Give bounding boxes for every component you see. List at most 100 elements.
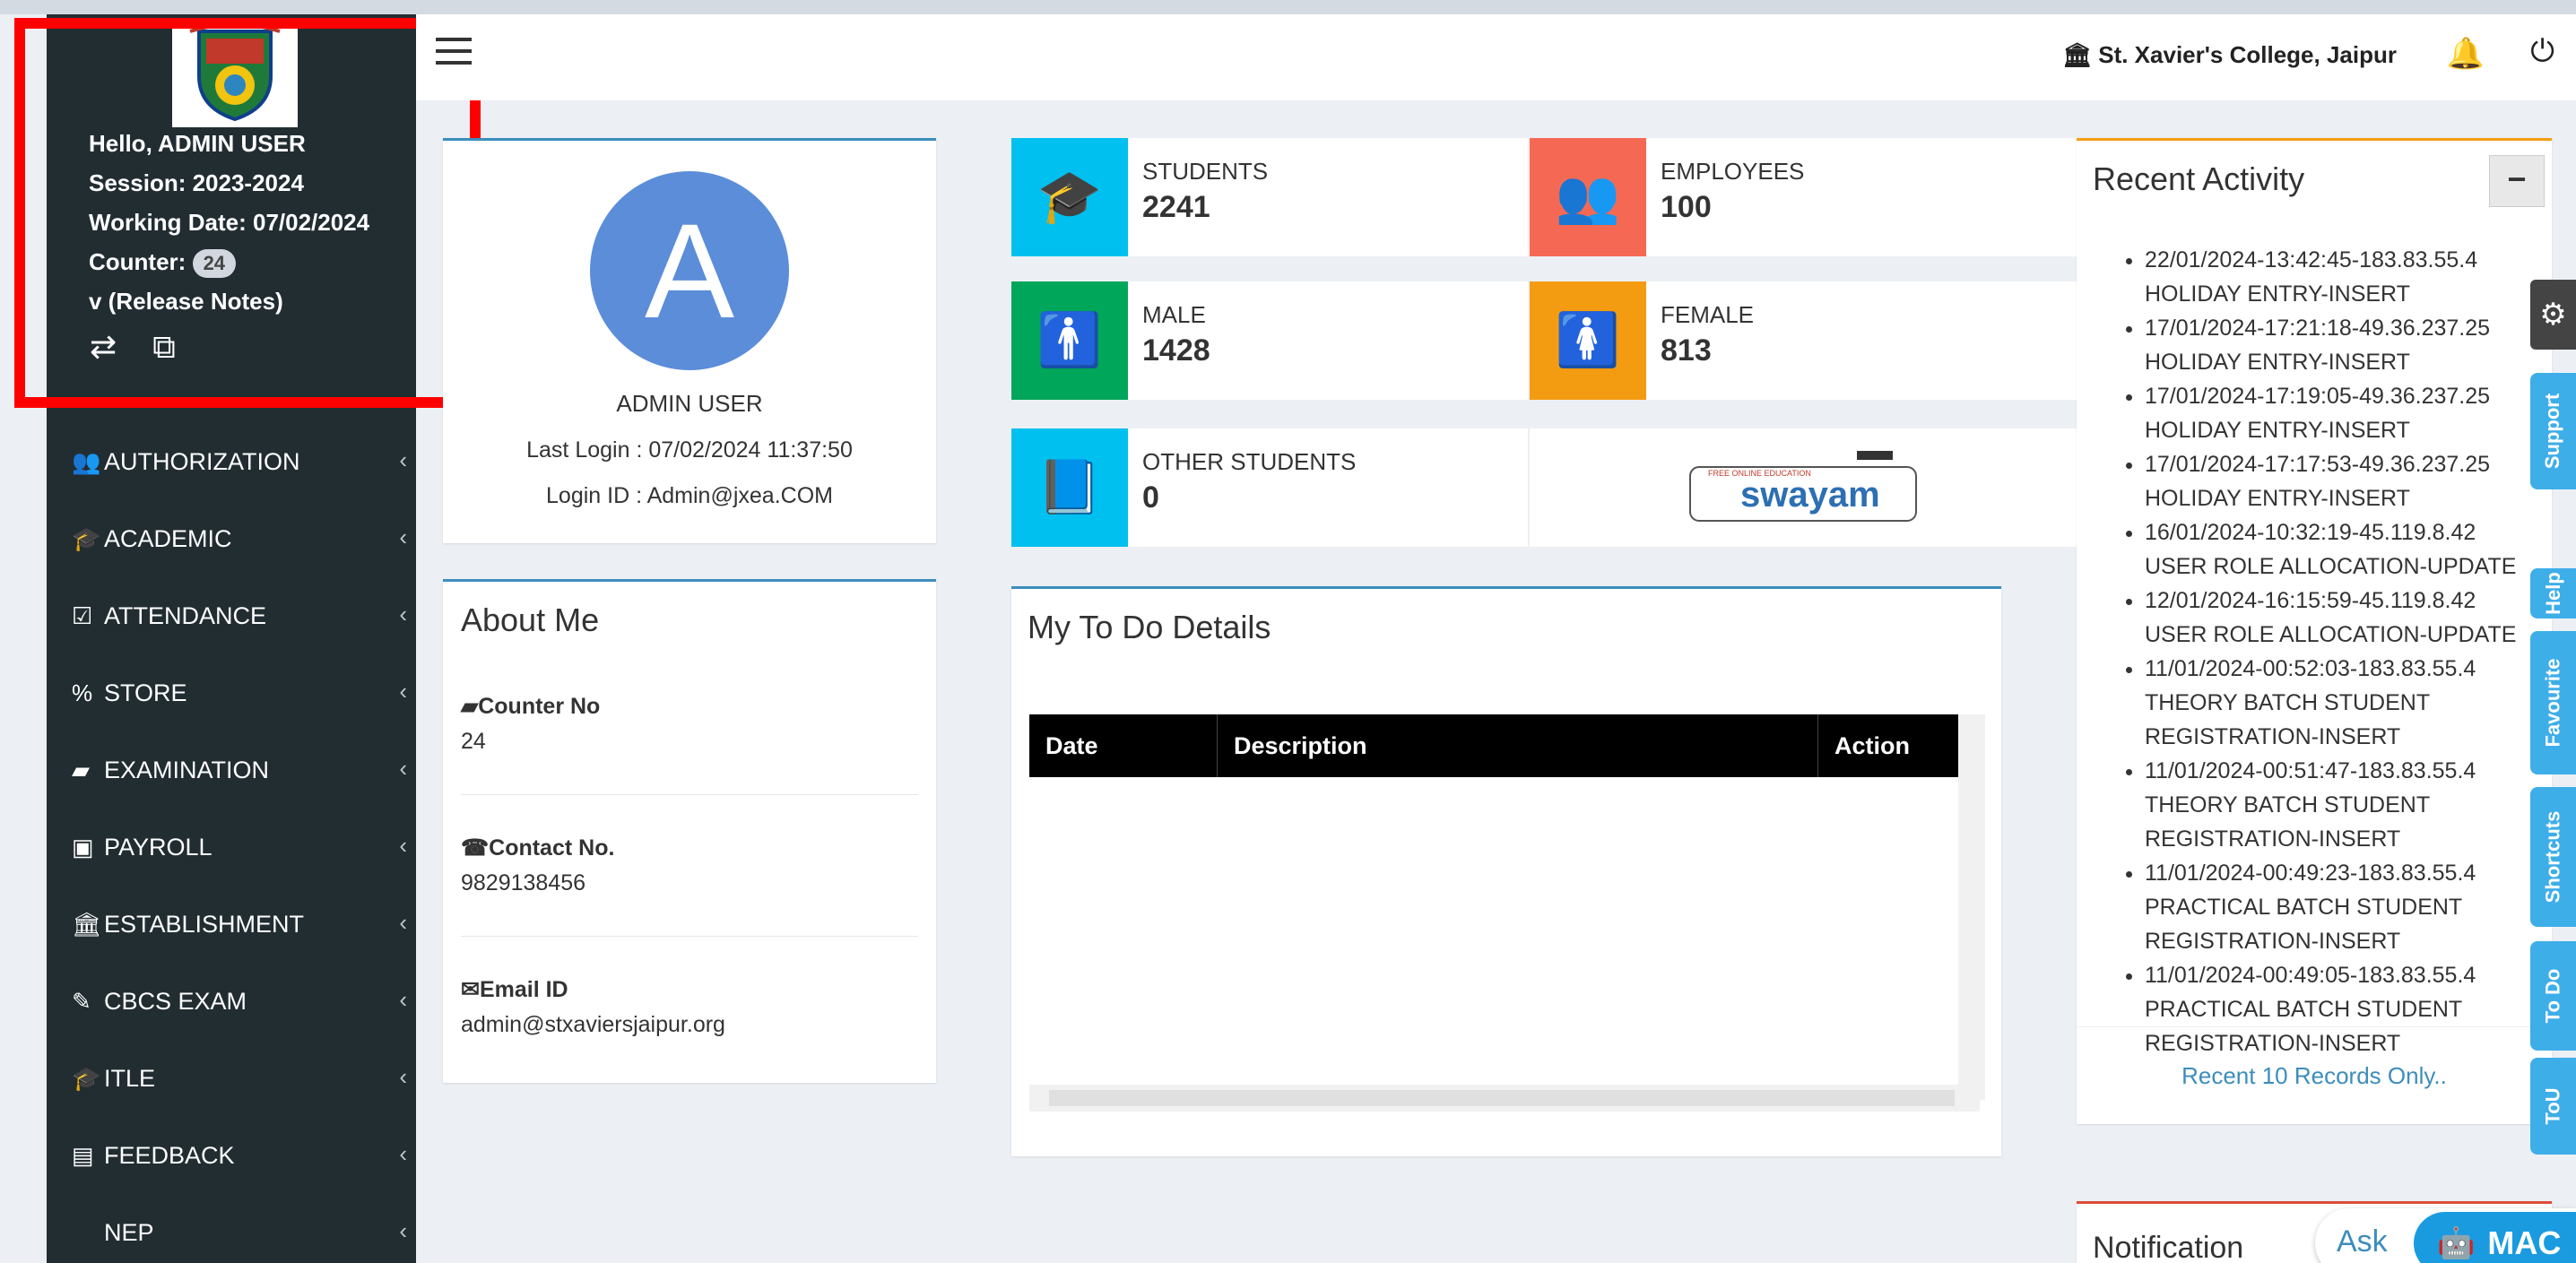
release-notes-link[interactable]: v (Release Notes) (89, 281, 369, 321)
counter-badge: 24 (192, 249, 237, 278)
user-info: Hello, ADMIN USER Session: 2023-2024 Wor… (89, 124, 369, 321)
side-tab-support[interactable]: Support (2530, 373, 2576, 489)
sidebar-item-examination[interactable]: ▰ EXAMINATION ‹ (47, 731, 416, 809)
last-login: Last Login : 07/02/2024 11:37:50 (526, 437, 853, 463)
collapse-button[interactable]: − (2489, 155, 2545, 207)
chevron-left-icon: ‹ (399, 523, 407, 550)
scroll-thumb[interactable] (1049, 1090, 1955, 1106)
gear-icon[interactable]: ⚙ (2530, 280, 2576, 350)
recent-activity-title: Recent Activity (2093, 160, 2305, 197)
bank-icon: 🏛 (2061, 41, 2092, 68)
sidebar-item-feedback[interactable]: ▤ FEEDBACK ‹ (47, 1117, 416, 1194)
male-icon: 🚹 (1011, 281, 1128, 400)
sidebar-item-store[interactable]: % STORE ‹ (47, 654, 416, 731)
male-infobox[interactable]: 🚹 MALE 1428 (1011, 281, 1528, 400)
students-label: STUDENTS (1142, 158, 1269, 185)
divider (461, 936, 918, 937)
col-description[interactable]: Description (1218, 714, 1818, 777)
vertical-scrollbar[interactable] (1958, 714, 1985, 1100)
col-date[interactable]: Date (1029, 714, 1218, 777)
bank-icon: 🏛 (72, 910, 102, 938)
students-infobox[interactable]: 🎓 STUDENTS 2241 (1011, 138, 1528, 256)
side-tab-label: Support (2541, 393, 2564, 470)
counter-no-label: Counter No (478, 694, 601, 719)
sidebar-item-label: ACADEMIC (104, 524, 232, 552)
chevron-left-icon: ‹ (399, 678, 407, 705)
ask-bot-widget[interactable]: Ask 🤖 MAC (2315, 1208, 2576, 1263)
female-infobox[interactable]: 🚺 FEMALE 813 (1530, 281, 2077, 400)
swayam-logo-graphic: FREE ONLINE EDUCATION swayam (1689, 451, 1917, 522)
side-tab-shortcuts[interactable]: Shortcuts (2530, 787, 2576, 927)
contact-value: 9829138456 (461, 870, 586, 895)
sidebar-item-academic[interactable]: 🎓 ACADEMIC ‹ (47, 500, 416, 577)
sidebar-item-cbcs-exam[interactable]: ✎ CBCS EXAM ‹ (47, 963, 416, 1040)
side-tab-label: Shortcuts (2541, 810, 2564, 904)
sidebar-item-payroll[interactable]: ▣ PAYROLL ‹ (47, 809, 416, 886)
chevron-left-icon: ‹ (399, 755, 407, 782)
copy-icon[interactable]: ⧉ (152, 328, 176, 367)
chevron-left-icon: ‹ (399, 1140, 407, 1167)
college-name-text: St. Xavier's College, Jaipur (2098, 41, 2397, 68)
other-students-count: 0 (1142, 480, 1159, 515)
sidebar-menu: 👥 AUTHORIZATION ‹ 🎓 ACADEMIC ‹ ☑ ATTENDANCE ‹% ST… (47, 423, 416, 1263)
profile-card: A ADMIN USER Last Login : 07/02/2024 11:… (443, 138, 936, 543)
about-title: About Me (461, 601, 600, 638)
book-icon: ▰ (72, 756, 90, 783)
top-header: 🏛 St. Xavier's College, Jaipur 🔔 ⏻ (416, 14, 2576, 100)
menu-toggle-icon[interactable] (436, 38, 472, 68)
graduation-cap-icon: 🎓 (1011, 138, 1128, 256)
refresh-icon[interactable]: ⇄ (90, 328, 117, 367)
side-tab-label: To Do (2541, 968, 2564, 1024)
book-icon: ▰ (461, 694, 479, 719)
counter-row: Counter: 24 (89, 242, 369, 281)
ask-label[interactable]: Ask (2337, 1224, 2388, 1259)
check-square-icon: ☑ (72, 601, 93, 629)
graduation-cap-icon: 🎓 (72, 524, 101, 552)
robot-icon: 🤖 (2437, 1226, 2476, 1260)
side-tab-help[interactable]: Help (2530, 568, 2576, 619)
counter-no-value: 24 (461, 729, 486, 754)
female-count: 813 (1661, 333, 1712, 368)
book-icon: 📘 (1011, 428, 1128, 547)
other-students-infobox[interactable]: 📘 OTHER STUDENTS 0 (1011, 428, 1528, 547)
recent-records-note[interactable]: Recent 10 Records Only.. (2077, 1062, 2552, 1090)
col-action[interactable]: Action (1818, 714, 1962, 777)
sidebar-item-establishment[interactable]: 🏛 ESTABLISHMENT ‹ (47, 886, 416, 963)
side-tab-label: ToU (2541, 1087, 2564, 1125)
male-label: MALE (1142, 301, 1206, 328)
college-name[interactable]: 🏛 St. Xavier's College, Jaipur (2062, 41, 2397, 69)
mac-brand: MAC (2487, 1224, 2562, 1261)
user-plus-icon: 👥 (72, 447, 101, 475)
sidebar-item-attendance[interactable]: ☑ ATTENDANCE ‹ (47, 577, 416, 654)
divider (461, 794, 918, 795)
sidebar-item-label: FEEDBACK (104, 1141, 235, 1169)
sidebar-item-authorization[interactable]: 👥 AUTHORIZATION ‹ (47, 423, 416, 500)
notification-bell-icon[interactable]: 🔔 (2447, 36, 2485, 72)
chevron-left-icon: ‹ (399, 601, 407, 627)
sidebar-item-label: NEP (104, 1218, 154, 1246)
sidebar-item-label: ITLE (104, 1064, 156, 1092)
activity-item: 17/01/2024-17:17:53-49.36.237.25 HOLIDAY… (2145, 447, 2536, 515)
profile-name: ADMIN USER (616, 390, 763, 417)
horizontal-scrollbar[interactable] (1029, 1085, 1980, 1112)
power-icon[interactable]: ⏻ (2530, 34, 2554, 69)
sidebar: Hello, ADMIN USER Session: 2023-2024 Wor… (47, 14, 416, 1263)
side-tab-favourite[interactable]: Favourite (2530, 631, 2576, 774)
side-tab-tou[interactable]: ToU (2530, 1058, 2576, 1155)
chevron-left-icon: ‹ (399, 986, 407, 1013)
greeting-text: Hello, ADMIN USER (89, 130, 306, 157)
chevron-left-icon: ‹ (399, 832, 407, 859)
side-tab-to-do[interactable]: To Do (2530, 941, 2576, 1051)
swayam-logo[interactable]: FREE ONLINE EDUCATION swayam (1530, 428, 2077, 547)
contact-label: Contact No. (489, 835, 615, 861)
chevron-left-icon: ‹ (399, 1063, 407, 1090)
employees-count: 100 (1661, 190, 1712, 224)
college-logo[interactable] (172, 18, 298, 127)
sidebar-item-label: CBCS EXAM (104, 987, 247, 1015)
todo-card: My To Do Details Date Description Action (1011, 586, 2001, 1156)
sidebar-item-itle[interactable]: 🎓 ITLE ‹ (47, 1040, 416, 1117)
employees-infobox[interactable]: 👥 EMPLOYEES 100 (1530, 138, 2077, 256)
sidebar-item-nep[interactable]: NEP ‹ (47, 1194, 416, 1263)
mac-bot-button[interactable]: 🤖 MAC (2414, 1212, 2576, 1263)
activity-item: 16/01/2024-10:32:19-45.119.8.42 USER ROL… (2145, 515, 2536, 584)
